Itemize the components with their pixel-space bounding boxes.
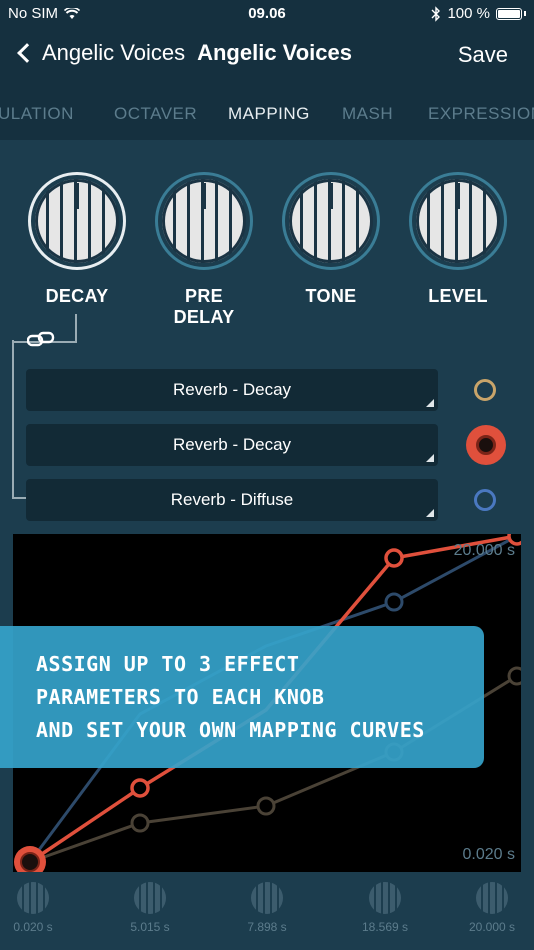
param-color-dot-3[interactable] — [474, 489, 496, 511]
knob-pointer — [202, 183, 206, 209]
bracket-line — [12, 340, 14, 498]
curve-red-point[interactable] — [130, 778, 150, 798]
curve-tan-point[interactable] — [130, 813, 150, 833]
tab-bar: ULATION OCTAVER MAPPING MASH EXPRESSION — [0, 84, 534, 140]
mini-knob-icon — [251, 882, 283, 914]
promo-line-3: AND SET YOUR OWN MAPPING CURVES — [36, 718, 425, 742]
param-select-2[interactable]: Reverb - Decay — [26, 424, 438, 466]
promo-line-2: PARAMETERS TO EACH KNOB — [36, 685, 325, 709]
mini-knob-value: 7.898 s — [247, 920, 287, 934]
tab-octaver[interactable]: OCTAVER — [114, 104, 197, 124]
link-icon[interactable] — [27, 331, 55, 349]
mini-knob-value: 0.020 s — [13, 920, 53, 934]
curve-red-point[interactable] — [384, 548, 404, 568]
mini-knob-value: 5.015 s — [130, 920, 170, 934]
param-color-dot-1[interactable] — [474, 379, 496, 401]
save-button[interactable]: Save — [458, 42, 508, 68]
back-button[interactable]: Angelic Voices Angelic Voices — [14, 40, 352, 66]
chevron-left-icon — [17, 43, 37, 63]
page-title: Angelic Voices — [197, 40, 352, 65]
knob-face — [289, 179, 373, 263]
mini-knob-icon — [476, 882, 508, 914]
mini-knob-value: 18.569 s — [361, 920, 409, 934]
knob-dial[interactable] — [282, 172, 380, 270]
curve-blue-point[interactable] — [384, 592, 404, 612]
mini-knob-2[interactable]: 5.015 s — [110, 882, 190, 934]
nav-bar: Angelic Voices Angelic Voices Save — [0, 28, 534, 84]
promo-banner: ASSIGN UP TO 3 EFFECT PARAMETERS TO EACH… — [0, 626, 484, 768]
tab-modulation[interactable]: ULATION — [0, 104, 74, 124]
param-select-3[interactable]: Reverb - Diffuse — [26, 479, 438, 521]
mini-knob-icon — [369, 882, 401, 914]
knob-pointer — [456, 183, 460, 209]
dropdown-corner-icon — [426, 509, 434, 517]
knob-label-tone: TONE — [305, 286, 357, 306]
knob-level[interactable]: LEVEL — [408, 172, 508, 307]
knob-face — [416, 179, 500, 263]
knob-label-level: LEVEL — [428, 286, 488, 306]
knob-label-decay: DECAY — [45, 286, 109, 306]
dropdown-corner-icon — [426, 399, 434, 407]
battery-tip — [524, 11, 526, 16]
param-label: Reverb - Diffuse — [170, 490, 294, 509]
knob-dial[interactable] — [28, 172, 126, 270]
curve-tan-point[interactable] — [256, 796, 276, 816]
mini-knob-4[interactable]: 18.569 s — [345, 882, 425, 934]
curve-tan-point[interactable] — [507, 666, 521, 686]
mini-knob-5[interactable]: 20.000 s — [452, 882, 532, 934]
dot-center — [476, 435, 496, 455]
param-color-dot-2[interactable] — [466, 425, 506, 465]
knob-pointer — [329, 183, 333, 209]
mini-knob-1[interactable]: 0.020 s — [0, 882, 73, 934]
graph-max-label: 20.000 s — [453, 542, 515, 559]
param-select-1[interactable]: Reverb - Decay — [26, 369, 438, 411]
dropdown-corner-icon — [426, 454, 434, 462]
promo-line-1: ASSIGN UP TO 3 EFFECT — [36, 652, 300, 676]
tab-expression[interactable]: EXPRESSION — [428, 104, 534, 124]
battery-icon — [496, 7, 522, 20]
battery-percent: 100 % — [447, 5, 490, 22]
knob-pointer — [75, 183, 79, 209]
curve-start-handle-center — [20, 852, 40, 872]
bluetooth-icon — [431, 5, 441, 22]
knob-face — [162, 179, 246, 263]
knob-pre-delay[interactable]: PRE DELAY — [154, 172, 254, 328]
knob-label-pre-delay: PRE DELAY — [173, 286, 235, 327]
tab-mash[interactable]: MASH — [342, 104, 393, 124]
mini-knob-icon — [17, 882, 49, 914]
mini-knob-3[interactable]: 7.898 s — [227, 882, 307, 934]
graph-min-label: 0.020 s — [462, 846, 515, 863]
param-label: Reverb - Decay — [172, 380, 292, 399]
param-label: Reverb - Decay — [172, 435, 292, 454]
knob-tone[interactable]: TONE — [281, 172, 381, 307]
knob-dial[interactable] — [409, 172, 507, 270]
knob-dial[interactable] — [155, 172, 253, 270]
back-label: Angelic Voices — [42, 40, 186, 65]
knob-decay[interactable]: DECAY — [27, 172, 127, 307]
mini-knob-value: 20.000 s — [468, 920, 516, 934]
knob-face — [35, 179, 119, 263]
tab-mapping[interactable]: MAPPING — [228, 104, 310, 124]
mini-knob-icon — [134, 882, 166, 914]
status-bar: No SIM 09.06 100 % — [0, 0, 534, 28]
